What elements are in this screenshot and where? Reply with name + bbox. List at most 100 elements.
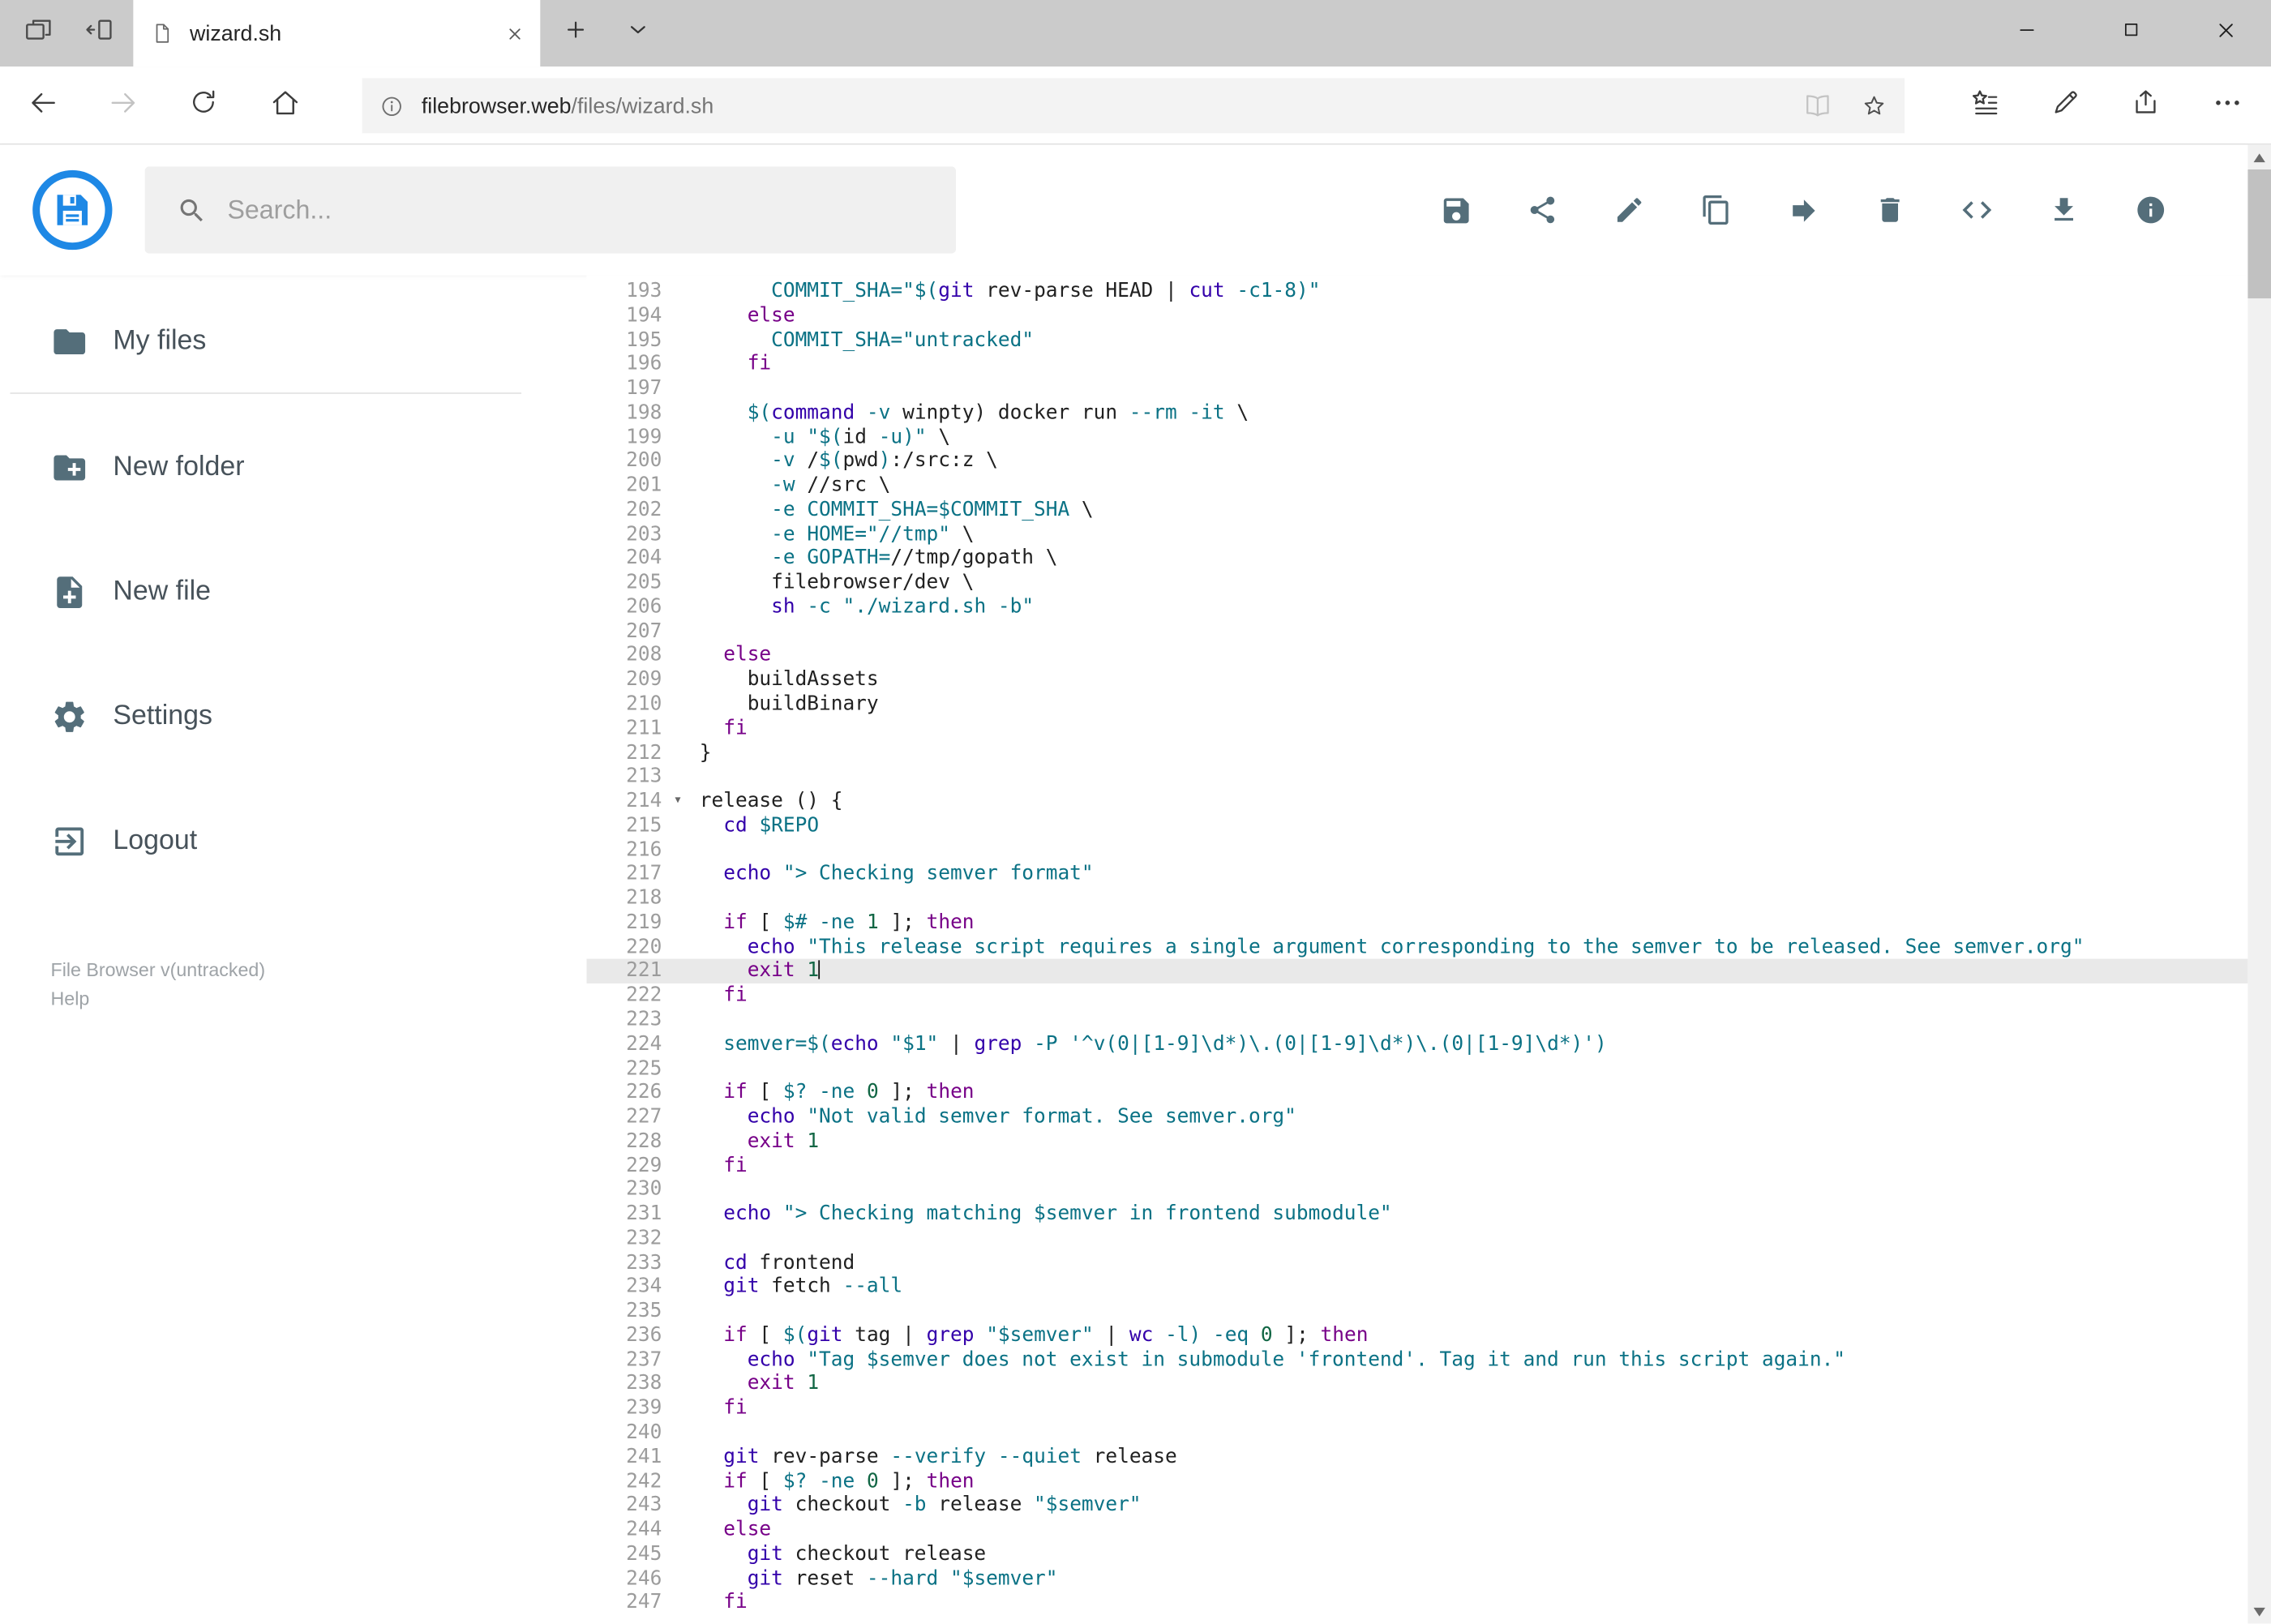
address-bar[interactable]: filebrowser.web/files/wizard.sh bbox=[362, 78, 1905, 134]
code-line-220[interactable]: 220 echo "This release script requires a… bbox=[586, 935, 2247, 959]
move-button[interactable] bbox=[1786, 193, 1821, 228]
code-line-226[interactable]: 226 if [ $? -ne 0 ]; then bbox=[586, 1081, 2247, 1105]
code-editor[interactable]: 193 COMMIT_SHA="$(git rev-parse HEAD | c… bbox=[586, 275, 2248, 1624]
back-button[interactable] bbox=[11, 66, 75, 144]
code-line-203[interactable]: 203 -e HOME="//tmp" \ bbox=[586, 522, 2247, 546]
minimize-button[interactable] bbox=[1982, 0, 2072, 66]
code-line-241[interactable]: 241 git rev-parse --verify --quiet relea… bbox=[586, 1445, 2247, 1469]
share-button[interactable] bbox=[2113, 66, 2177, 144]
help-link[interactable]: Help bbox=[51, 985, 266, 1014]
code-line-199[interactable]: 199 -u "$(id -u)" \ bbox=[586, 425, 2247, 449]
code-line-213[interactable]: 213 bbox=[586, 765, 2247, 790]
code-line-195[interactable]: 195 COMMIT_SHA="untracked" bbox=[586, 328, 2247, 353]
code-line-244[interactable]: 244 else bbox=[586, 1518, 2247, 1542]
site-info-icon[interactable] bbox=[379, 93, 404, 118]
code-line-239[interactable]: 239 fi bbox=[586, 1396, 2247, 1420]
code-line-208[interactable]: 208 else bbox=[586, 644, 2247, 668]
code-line-197[interactable]: 197 bbox=[586, 377, 2247, 401]
filebrowser-logo[interactable] bbox=[32, 169, 113, 251]
code-line-209[interactable]: 209 buildAssets bbox=[586, 668, 2247, 692]
code-line-198[interactable]: 198 $(command -v winpty) docker run --rm… bbox=[586, 401, 2247, 426]
refresh-button[interactable] bbox=[171, 66, 235, 144]
code-line-212[interactable]: 212} bbox=[586, 741, 2247, 765]
code-line-218[interactable]: 218 bbox=[586, 886, 2247, 911]
code-line-234[interactable]: 234 git fetch --all bbox=[586, 1275, 2247, 1300]
code-line-207[interactable]: 207 bbox=[586, 619, 2247, 644]
copy-button[interactable] bbox=[1699, 193, 1733, 228]
hub-button[interactable] bbox=[1952, 66, 2016, 144]
code-line-222[interactable]: 222 fi bbox=[586, 983, 2247, 1008]
code-line-245[interactable]: 245 git checkout release bbox=[586, 1542, 2247, 1566]
code-line-227[interactable]: 227 echo "Not valid semver format. See s… bbox=[586, 1105, 2247, 1129]
code-line-237[interactable]: 237 echo "Tag $semver does not exist in … bbox=[586, 1348, 2247, 1373]
code-line-219[interactable]: 219 if [ $# -ne 1 ]; then bbox=[586, 911, 2247, 935]
sidebar-item-settings[interactable]: Settings bbox=[0, 679, 586, 755]
code-line-205[interactable]: 205 filebrowser/dev \ bbox=[586, 571, 2247, 595]
save-button[interactable] bbox=[1438, 193, 1473, 228]
sidebar-item-new-file[interactable]: New file bbox=[0, 555, 586, 630]
code-line-200[interactable]: 200 -v /$(pwd):/src:z \ bbox=[586, 449, 2247, 473]
favorite-star-icon[interactable] bbox=[1861, 92, 1887, 118]
info-button[interactable] bbox=[2133, 193, 2168, 228]
sidebar-item-new-folder[interactable]: New folder bbox=[0, 431, 586, 506]
code-line-233[interactable]: 233 cd frontend bbox=[586, 1251, 2247, 1275]
code-line-211[interactable]: 211 fi bbox=[586, 717, 2247, 741]
fold-arrow-icon[interactable]: ▾ bbox=[668, 790, 688, 814]
code-line-216[interactable]: 216 bbox=[586, 838, 2247, 863]
share-file-button[interactable] bbox=[1525, 193, 1560, 228]
new-tab-button[interactable] bbox=[546, 0, 603, 66]
code-line-229[interactable]: 229 fi bbox=[586, 1154, 2247, 1178]
set-tabs-aside-button[interactable] bbox=[70, 0, 127, 66]
scrollbar-thumb[interactable] bbox=[2247, 169, 2271, 298]
sidebar-item-logout[interactable]: Logout bbox=[0, 803, 586, 879]
code-line-201[interactable]: 201 -w //src \ bbox=[586, 473, 2247, 498]
raw-code-button[interactable] bbox=[1960, 193, 1995, 228]
search-box[interactable] bbox=[144, 166, 956, 254]
code-line-202[interactable]: 202 -e COMMIT_SHA=$COMMIT_SHA \ bbox=[586, 498, 2247, 522]
more-button[interactable] bbox=[2196, 66, 2260, 144]
scrollbar-down-arrow[interactable] bbox=[2247, 1600, 2271, 1624]
sidebar-item-my-files[interactable]: My files bbox=[0, 304, 586, 379]
code-line-210[interactable]: 210 buildBinary bbox=[586, 692, 2247, 717]
code-line-225[interactable]: 225 bbox=[586, 1056, 2247, 1081]
code-line-246[interactable]: 246 git reset --hard "$semver" bbox=[586, 1566, 2247, 1591]
page-scrollbar[interactable] bbox=[2247, 144, 2271, 1624]
code-line-204[interactable]: 204 -e GOPATH=//tmp/gopath \ bbox=[586, 546, 2247, 571]
code-line-247[interactable]: 247 fi bbox=[586, 1591, 2247, 1615]
code-line-193[interactable]: 193 COMMIT_SHA="$(git rev-parse HEAD | c… bbox=[586, 280, 2247, 304]
rename-button[interactable] bbox=[1612, 193, 1647, 228]
code-line-238[interactable]: 238 exit 1 bbox=[586, 1372, 2247, 1396]
code-line-194[interactable]: 194 else bbox=[586, 304, 2247, 328]
code-line-235[interactable]: 235 bbox=[586, 1300, 2247, 1324]
code-line-242[interactable]: 242 if [ $? -ne 0 ]; then bbox=[586, 1469, 2247, 1493]
code-line-240[interactable]: 240 bbox=[586, 1420, 2247, 1445]
search-input[interactable] bbox=[227, 195, 924, 225]
tab-preview-button[interactable] bbox=[9, 0, 66, 66]
tab-menu-button[interactable] bbox=[608, 0, 666, 66]
maximize-button[interactable] bbox=[2085, 0, 2175, 66]
tab-close-icon[interactable] bbox=[507, 25, 523, 41]
code-line-206[interactable]: 206 sh -c "./wizard.sh -b" bbox=[586, 595, 2247, 619]
code-line-231[interactable]: 231 echo "> Checking matching $semver in… bbox=[586, 1202, 2247, 1227]
reading-view-icon[interactable] bbox=[1803, 92, 1832, 121]
delete-button[interactable] bbox=[1873, 193, 1908, 228]
code-line-221[interactable]: 221 exit 1 bbox=[586, 959, 2248, 984]
code-line-243[interactable]: 243 git checkout -b release "$semver" bbox=[586, 1493, 2247, 1518]
scrollbar-up-arrow[interactable] bbox=[2247, 145, 2271, 169]
close-window-button[interactable] bbox=[2181, 0, 2271, 66]
home-button[interactable] bbox=[254, 66, 318, 144]
code-line-214[interactable]: 214 ▾ release () { bbox=[586, 790, 2247, 814]
code-line-196[interactable]: 196 fi bbox=[586, 353, 2247, 377]
browser-tab[interactable]: wizard.sh bbox=[133, 0, 541, 67]
code-line-217[interactable]: 217 echo "> Checking semver format" bbox=[586, 863, 2247, 887]
web-note-button[interactable] bbox=[2033, 66, 2097, 144]
forward-button[interactable] bbox=[92, 66, 156, 144]
code-line-228[interactable]: 228 exit 1 bbox=[586, 1129, 2247, 1154]
code-line-230[interactable]: 230 bbox=[586, 1178, 2247, 1202]
code-line-232[interactable]: 232 bbox=[586, 1227, 2247, 1251]
download-button[interactable] bbox=[2046, 193, 2081, 228]
code-line-223[interactable]: 223 bbox=[586, 1008, 2247, 1032]
code-line-215[interactable]: 215 cd $REPO bbox=[586, 814, 2247, 838]
code-line-236[interactable]: 236 if [ $(git tag | grep "$semver" | wc… bbox=[586, 1324, 2247, 1348]
code-line-224[interactable]: 224 semver=$(echo "$1" | grep -P '^v(0|[… bbox=[586, 1032, 2247, 1056]
